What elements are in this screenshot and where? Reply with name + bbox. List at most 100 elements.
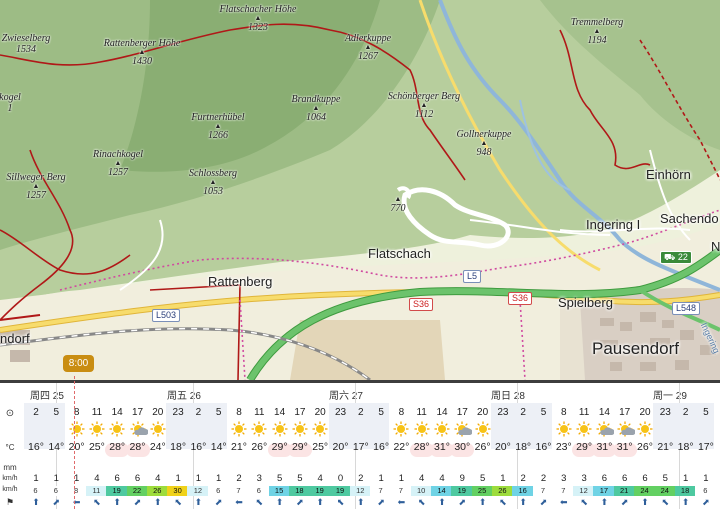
partly-cloudy-icon [594, 421, 615, 437]
sun-icon [249, 421, 269, 437]
temperature-value: 28° [129, 441, 146, 453]
gust-value: 6 [694, 486, 716, 496]
gust-value: 30 [167, 486, 189, 496]
hour-label[interactable]: 14 [270, 407, 290, 418]
precip-unit-label: mm [3, 463, 17, 472]
wind-speed-value: 2 [520, 473, 526, 484]
temperature-value: 14° [210, 441, 227, 453]
gust-value: 10 [410, 486, 432, 496]
peak-elevation: 1194 [587, 35, 607, 46]
hour-label[interactable]: 23 [493, 407, 513, 418]
wind-direction-arrow-icon: ⬈ [133, 497, 142, 507]
temperature-value: 18° [170, 441, 187, 453]
hour-label[interactable]: 2 [351, 407, 371, 418]
peak-label: Schönberger Berg ▲ 1112 [388, 91, 460, 120]
hour-label[interactable]: 14 [107, 407, 127, 418]
hour-label[interactable]: 20 [473, 407, 493, 418]
gust-value: 17 [593, 486, 615, 496]
hour-label[interactable]: 23 [168, 407, 188, 418]
wind-direction-arrow-icon: ⬈ [214, 497, 223, 507]
wind-direction-arrow-icon: ⬆ [438, 497, 446, 507]
day-label[interactable]: 周六 27 [329, 387, 363, 402]
wind-speed-value: 1 [378, 473, 384, 484]
town-n-edge: N [711, 239, 720, 254]
hour-label[interactable]: 14 [432, 407, 452, 418]
hour-label[interactable]: 5 [371, 407, 391, 418]
temperature-value: 26° [251, 441, 268, 453]
wind-speed-value: 4 [317, 473, 323, 484]
hour-label[interactable]: 2 [188, 407, 208, 418]
temperature-value: 22° [393, 441, 410, 453]
hour-label[interactable]: 17 [128, 407, 148, 418]
hour-label[interactable]: 14 [594, 407, 614, 418]
gust-value: 24 [654, 486, 676, 496]
hour-label[interactable]: 17 [615, 407, 635, 418]
hour-label[interactable]: 17 [452, 407, 472, 418]
day-label[interactable]: 周五 26 [167, 387, 201, 402]
temperature-value: 18° [515, 441, 532, 453]
wind-direction-arrow-icon: ⬉ [174, 497, 182, 507]
wind-speed-value: 4 [419, 473, 425, 484]
wind-speed-value: 5 [276, 473, 283, 484]
hour-label[interactable]: 8 [229, 407, 249, 418]
wind-speed-value: 2 [358, 473, 364, 484]
wind-direction-arrow-icon: ⬆ [113, 497, 121, 507]
peak-triangle-icon: ▲ [254, 14, 262, 22]
hour-label[interactable]: 23 [331, 407, 351, 418]
current-time-badge[interactable]: 8:00 [63, 355, 94, 372]
sun-icon [270, 421, 290, 437]
peak-triangle-icon: ▲ [312, 104, 320, 112]
hour-label[interactable]: 8 [554, 407, 574, 418]
road-shield-l503: L503 [152, 309, 181, 322]
hour-label[interactable]: 11 [574, 407, 594, 418]
day-label[interactable]: 周四 25 [30, 387, 64, 402]
hour-label[interactable]: 2 [676, 407, 696, 418]
hour-label[interactable]: 5 [696, 407, 716, 418]
gust-value: 25 [471, 486, 493, 496]
hour-label[interactable]: 2 [26, 407, 46, 418]
gust-value: 22 [126, 486, 148, 496]
peak-triangle-icon: ▲ [114, 159, 122, 167]
temperature-value: 17° [697, 441, 714, 453]
wind-direction-arrow-icon: ⬆ [357, 497, 365, 507]
wind-speed-value: 1 [73, 473, 80, 484]
hour-label[interactable]: 11 [412, 407, 432, 418]
town-spielberg: Spielberg [558, 295, 613, 310]
peak-elevation: 1267 [358, 51, 378, 62]
town-pausendorf: Pausendorf [592, 339, 679, 358]
hour-label[interactable]: 5 [46, 407, 66, 418]
hour-label[interactable]: 11 [87, 407, 107, 418]
temperature-value: 31° [596, 441, 613, 453]
hour-label[interactable]: 23 [655, 407, 675, 418]
wind-speed-value: 6 [134, 473, 141, 484]
day-label[interactable]: 周日 28 [491, 387, 525, 402]
hour-label[interactable]: 11 [249, 407, 269, 418]
wind-direction-arrow-icon: ⬆ [600, 497, 609, 507]
gust-value: 6 [25, 486, 46, 496]
hour-label[interactable]: 20 [310, 407, 330, 418]
hour-label[interactable]: 8 [67, 407, 87, 418]
moon-icon [168, 421, 188, 437]
hour-label[interactable]: 17 [290, 407, 310, 418]
temperature-value: 16° [373, 441, 390, 453]
road-shield-l548: L548 [672, 302, 701, 315]
peak-label: Schlossberg ▲ 1053 [189, 168, 237, 197]
wind-direction-arrow-icon: ⬅ [72, 497, 81, 507]
day-label[interactable]: 周一 29 [653, 387, 687, 402]
wind-direction-arrow-icon: ⬈ [620, 497, 629, 507]
hour-label[interactable]: 5 [209, 407, 229, 418]
hour-label[interactable]: 20 [635, 407, 655, 418]
hour-label[interactable]: 5 [534, 407, 554, 418]
peak-triangle-icon: ▲ [138, 48, 146, 56]
hour-label[interactable]: 8 [391, 407, 411, 418]
gust-value: 18 [674, 486, 696, 496]
temperature-value: 20° [494, 441, 511, 453]
moon-icon [513, 421, 533, 437]
gust-unit-label: km/h [2, 486, 18, 493]
hour-label[interactable]: 2 [513, 407, 533, 418]
wind-speed-value: 4 [439, 473, 445, 484]
gust-value: 7 [228, 486, 249, 496]
map-view[interactable]: Zwieselberg 1534 Rattenberger Höhe ▲ 1430 F… [0, 0, 720, 380]
wind-direction-arrow-icon: ⬉ [661, 497, 670, 507]
hour-label[interactable]: 20 [148, 407, 168, 418]
